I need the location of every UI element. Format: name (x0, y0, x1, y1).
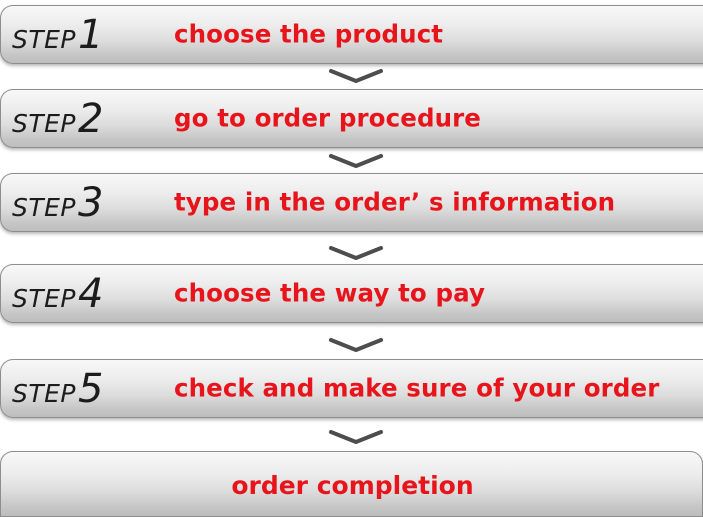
step-4-text: choose the way to pay (174, 277, 486, 307)
chevron-down-icon (329, 338, 383, 352)
step-5-number: 5 (78, 366, 104, 412)
step-2-bar: STEP2 go to order procedure (0, 89, 703, 148)
chevron-down-icon (329, 69, 383, 83)
step-3-word: STEP (12, 193, 77, 222)
step-2-text: go to order procedure (174, 102, 482, 132)
chevron-down-icon (329, 154, 383, 168)
step-5-label: STEP5 (12, 369, 103, 409)
step-4-bar: STEP4 choose the way to pay (0, 264, 703, 323)
step-5-word: STEP (12, 379, 77, 408)
step-4-number: 4 (78, 271, 104, 317)
step-1-bar: STEP1 choose the product (0, 5, 703, 64)
step-3-number: 3 (78, 180, 104, 226)
step-1-label: STEP1 (12, 15, 103, 55)
step-1-word: STEP (12, 25, 77, 54)
step-3-label: STEP3 (12, 183, 103, 223)
step-1-number: 1 (78, 12, 104, 58)
step-4-word: STEP (12, 284, 77, 313)
order-completion-text: order completion (231, 471, 474, 500)
step-4-label: STEP4 (12, 274, 103, 314)
step-5-bar: STEP5 check and make sure of your order (0, 359, 703, 418)
step-3-text: type in the order’ s information (174, 186, 616, 216)
order-flow-diagram: STEP1 choose the product STEP2 go to ord… (0, 0, 703, 517)
step-2-number: 2 (78, 96, 104, 142)
step-2-word: STEP (12, 109, 77, 138)
chevron-down-icon (329, 430, 383, 444)
order-completion-bar: order completion (0, 451, 703, 517)
chevron-down-icon (329, 246, 383, 260)
step-2-label: STEP2 (12, 99, 103, 139)
step-3-bar: STEP3 type in the order’ s information (0, 173, 703, 232)
step-1-text: choose the product (174, 18, 444, 48)
step-5-text: check and make sure of your order (174, 372, 660, 402)
